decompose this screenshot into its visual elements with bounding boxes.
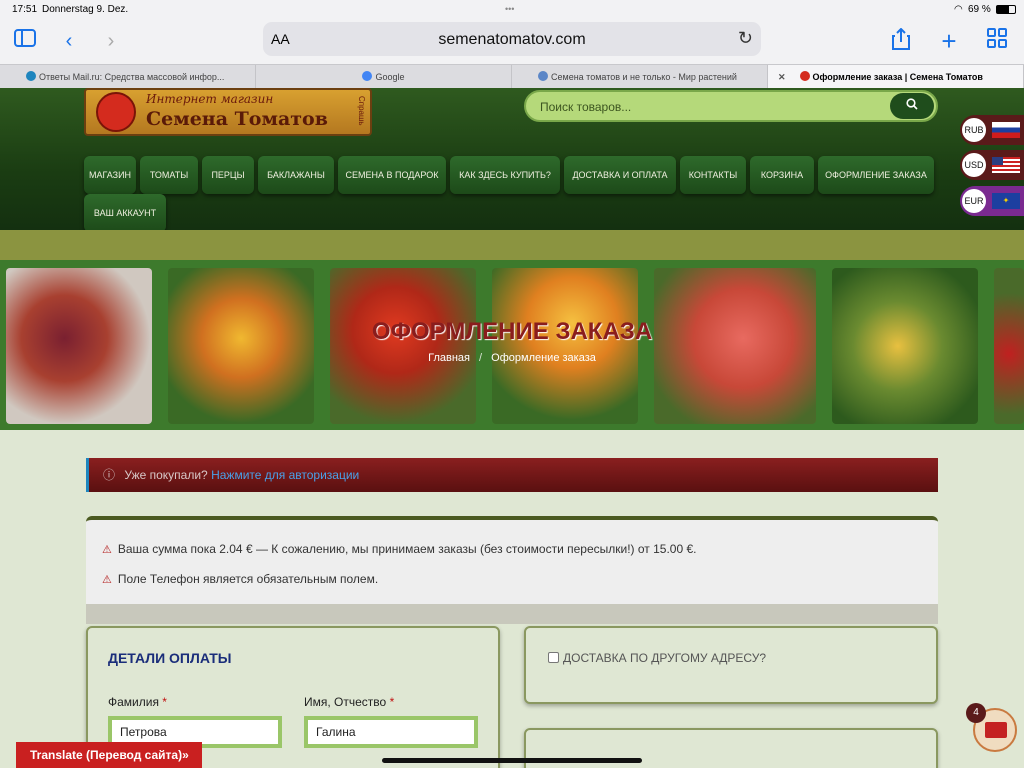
product-search[interactable]: Поиск товаров...: [524, 90, 938, 122]
site-logo[interactable]: Интернет магазин Семена Томатов Спрашь: [84, 88, 372, 136]
logo-side-text: Спрашь: [357, 96, 366, 126]
new-tab-icon[interactable]: +: [936, 28, 962, 54]
url-text: semenatomatov.com: [438, 31, 586, 48]
nav-shop[interactable]: МАГАЗИН: [84, 156, 136, 194]
nav-checkout[interactable]: ОФОРМЛЕНИЕ ЗАКАЗА: [818, 156, 934, 194]
flag-eu-icon: ✦: [992, 193, 1020, 209]
search-button[interactable]: [890, 93, 934, 119]
banner-photo: [994, 268, 1024, 424]
sidebar-icon[interactable]: [12, 28, 38, 54]
divider: [86, 604, 938, 624]
nav-how-to-buy[interactable]: КАК ЗДЕСЬ КУПИТЬ?: [450, 156, 560, 194]
banner-photo: [6, 268, 152, 424]
share-icon[interactable]: [888, 27, 914, 54]
shipping-panel: [524, 626, 938, 704]
tomato-favicon-icon: [799, 71, 810, 81]
banner-photo: [168, 268, 314, 424]
browser-tab-active[interactable]: ✕ Оформление заказа | Семена Томатов: [768, 65, 1024, 89]
nav-account[interactable]: ВАШ АККАУНТ: [84, 194, 166, 232]
plant-icon: [538, 71, 548, 81]
ship-different-address[interactable]: ДОСТАВКА ПО ДРУГОМУ АДРЕСУ?: [548, 651, 766, 665]
banner-photo: [832, 268, 978, 424]
error-notice: ⚠ Поле Телефон является обязательным поле…: [102, 572, 379, 586]
breadcrumb-current: Оформление заказа: [491, 352, 596, 364]
login-link[interactable]: Нажмите для авторизации: [211, 468, 359, 482]
status-date: Donnerstag 9. Dez.: [42, 4, 129, 15]
browser-tab[interactable]: Google: [256, 65, 512, 89]
forward-icon[interactable]: ›: [98, 28, 124, 54]
close-tab-icon[interactable]: ✕: [778, 72, 786, 82]
translate-button[interactable]: Translate (Перевод сайта)»: [16, 742, 202, 768]
tab-overview-icon[interactable]: [984, 28, 1010, 54]
breadcrumb: Главная / Оформление заказа: [0, 352, 1024, 364]
nav-delivery-payment[interactable]: ДОСТАВКА И ОПЛАТА: [564, 156, 676, 194]
logo-title: Семена Томатов: [146, 108, 328, 130]
nav-eggplants[interactable]: БАКЛАЖАНЫ: [258, 156, 334, 194]
ship-different-checkbox[interactable]: [548, 652, 559, 663]
currency-usd[interactable]: USD: [960, 150, 1024, 180]
search-icon: [906, 98, 918, 110]
nav-contacts[interactable]: КОНТАКТЫ: [680, 156, 746, 194]
reload-icon[interactable]: ↻: [738, 28, 753, 49]
warning-icon: ⚠: [102, 574, 112, 586]
breadcrumb-separator: /: [479, 352, 483, 364]
battery-percent: 69 %: [968, 4, 991, 15]
nav-cart[interactable]: КОРЗИНА: [750, 156, 814, 194]
currency-rub[interactable]: RUB: [960, 115, 1024, 145]
banner-photo: [330, 268, 476, 424]
first-name-label: Имя, Отчество *: [304, 695, 395, 709]
address-bar[interactable]: AA semenatomatov.com ↻: [263, 22, 761, 56]
first-name-field[interactable]: Галина: [304, 716, 478, 748]
multitask-dots-icon[interactable]: •••: [505, 4, 514, 14]
last-name-label: Фамилия *: [108, 695, 167, 709]
tab-bar: Ответы Mail.ru: Средства массовой инфор.…: [0, 64, 1024, 89]
breadcrumb-home[interactable]: Главная: [428, 352, 470, 364]
page-title: ОФОРМЛЕНИЕ ЗАКАЗА: [371, 318, 653, 345]
login-prompt: Уже покупали?: [124, 468, 208, 482]
tomato-mascot-icon: [96, 92, 136, 132]
info-icon: ⓘ: [103, 468, 116, 482]
banner-photo: [492, 268, 638, 424]
cart-count-badge: 4: [966, 703, 986, 723]
nav-tomatoes[interactable]: ТОМАТЫ: [140, 156, 198, 194]
search-input[interactable]: Поиск товаров...: [540, 100, 631, 114]
browser-tab[interactable]: Семена томатов и не только - Мир растени…: [512, 65, 768, 89]
flag-ru-icon: [992, 122, 1020, 138]
returning-customer-notice: ⓘ Уже покупали? Нажмите для авторизации: [86, 458, 938, 492]
error-notice: ⚠ Ваша сумма пока 2.04 € — К сожалению, м…: [102, 542, 697, 556]
banner-photo: [654, 268, 816, 424]
back-icon[interactable]: ‹: [56, 28, 82, 54]
flag-us-icon: [992, 157, 1020, 173]
wifi-icon: ◠: [954, 4, 963, 15]
billing-title: ДЕТАЛИ ОПЛАТЫ: [108, 650, 232, 666]
home-indicator[interactable]: [382, 758, 642, 763]
error-notices: ⚠ Ваша сумма пока 2.04 € — К сожалению, м…: [86, 516, 938, 604]
logo-tagline: Интернет магазин: [146, 92, 274, 106]
nav-gift-seeds[interactable]: СЕМЕНА В ПОДАРОК: [338, 156, 446, 194]
status-bar: 17:51 Donnerstag 9. Dez. ••• ◠ 69 %: [0, 0, 1024, 18]
status-time: 17:51: [12, 4, 38, 15]
battery-icon: [996, 5, 1016, 14]
basket-icon: [985, 722, 1007, 738]
currency-eur[interactable]: EUR ✦: [960, 186, 1024, 216]
header-band: [0, 230, 1024, 260]
google-icon: [362, 71, 373, 81]
warning-icon: ⚠: [102, 544, 112, 556]
nav-peppers[interactable]: ПЕРЦЫ: [202, 156, 254, 194]
tab-favicon-icon: [26, 71, 36, 81]
browser-tab[interactable]: Ответы Mail.ru: Средства массовой инфор.…: [0, 65, 256, 89]
